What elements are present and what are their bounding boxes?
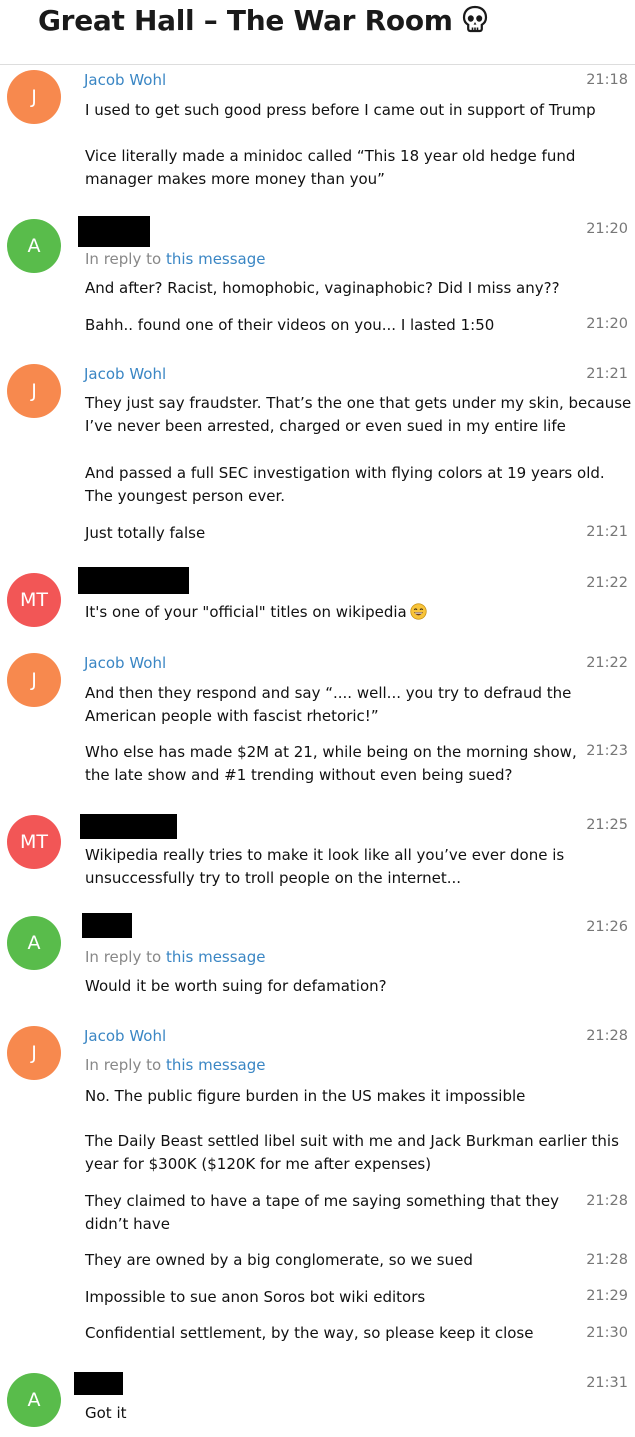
avatar[interactable]: MT bbox=[7, 815, 61, 869]
message-time: 21:23 bbox=[586, 743, 628, 759]
message-time: 21:25 bbox=[586, 817, 628, 833]
message-time: 21:28 bbox=[586, 1193, 628, 1209]
message-text: They are owned by a big conglomerate, so… bbox=[85, 1251, 473, 1269]
message-text: And passed a full SEC investigation with… bbox=[85, 464, 605, 505]
chat-title: Great Hall – The War Room bbox=[38, 4, 489, 40]
message-text: Confidential settlement, by the way, so … bbox=[85, 1324, 534, 1342]
reply-link[interactable]: this message bbox=[166, 948, 266, 966]
message-time: 21:22 bbox=[586, 655, 628, 671]
message-time: 21:28 bbox=[586, 1028, 628, 1044]
reply-prefix: In reply to bbox=[85, 1056, 166, 1074]
message-time: 21:29 bbox=[586, 1288, 628, 1304]
message-time: 21:18 bbox=[586, 72, 628, 88]
reply-prefix: In reply to bbox=[85, 250, 166, 268]
message-time: 21:20 bbox=[586, 316, 628, 332]
reply-link[interactable]: this message bbox=[166, 250, 266, 268]
message-text: Wikipedia really tries to make it look l… bbox=[85, 846, 565, 887]
reply-prefix: In reply to bbox=[85, 948, 166, 966]
avatar[interactable]: J bbox=[7, 653, 61, 707]
skull-icon bbox=[461, 5, 489, 40]
message-text: Would it be worth suing for defamation? bbox=[85, 977, 387, 995]
avatar[interactable]: J bbox=[7, 70, 61, 124]
avatar[interactable]: A bbox=[7, 916, 61, 970]
sender-name[interactable]: Jacob Wohl bbox=[84, 365, 166, 383]
reply-link[interactable]: this message bbox=[166, 1056, 266, 1074]
avatar[interactable]: A bbox=[7, 219, 61, 273]
message-text: Just totally false bbox=[85, 524, 206, 542]
redacted-sender-name bbox=[82, 913, 132, 938]
message-text: They claimed to have a tape of me saying… bbox=[85, 1192, 559, 1233]
message-text: No. The public figure burden in the US m… bbox=[85, 1087, 526, 1105]
message-text: Impossible to sue anon Soros bot wiki ed… bbox=[85, 1288, 426, 1306]
message-text: The Daily Beast settled libel suit with … bbox=[85, 1132, 619, 1173]
redacted-sender-name bbox=[78, 216, 150, 247]
message-time: 21:20 bbox=[586, 221, 628, 237]
reply-reference: In reply to this message bbox=[85, 250, 266, 268]
message-text: Who else has made $2M at 21, while being… bbox=[85, 743, 577, 784]
message-time: 21:21 bbox=[586, 524, 628, 540]
avatar[interactable]: J bbox=[7, 364, 61, 418]
message-time: 21:22 bbox=[586, 575, 628, 591]
redacted-sender-name bbox=[80, 814, 177, 839]
reply-reference: In reply to this message bbox=[85, 948, 266, 966]
message-text: And then they respond and say “.... well… bbox=[85, 684, 572, 725]
avatar[interactable]: J bbox=[7, 1026, 61, 1080]
chat-header: Great Hall – The War Room bbox=[0, 0, 635, 65]
avatar[interactable]: A bbox=[7, 1373, 61, 1427]
message-text: Vice literally made a minidoc called “Th… bbox=[85, 147, 576, 188]
message-time: 21:21 bbox=[586, 366, 628, 382]
reply-reference: In reply to this message bbox=[85, 1056, 266, 1074]
message-time: 21:26 bbox=[586, 919, 628, 935]
message-text: It's one of your "official" titles on wi… bbox=[85, 601, 605, 627]
chat-title-text: Great Hall – The War Room bbox=[38, 4, 453, 37]
message-text: And after? Racist, homophobic, vaginapho… bbox=[85, 279, 560, 297]
message-time: 21:28 bbox=[586, 1252, 628, 1268]
message-time: 21:31 bbox=[586, 1375, 628, 1391]
avatar[interactable]: MT bbox=[7, 573, 61, 627]
message-text: They just say fraudster. That’s the one … bbox=[85, 394, 632, 435]
redacted-sender-name bbox=[74, 1372, 123, 1395]
sender-name[interactable]: Jacob Wohl bbox=[84, 1027, 166, 1045]
laughing-emoji-icon bbox=[410, 603, 427, 627]
sender-name[interactable]: Jacob Wohl bbox=[84, 71, 166, 89]
message-text: Bahh.. found one of their videos on you.… bbox=[85, 316, 495, 334]
redacted-sender-name bbox=[78, 567, 189, 594]
message-text: I used to get such good press before I c… bbox=[85, 101, 596, 119]
message-text: Got it bbox=[85, 1404, 127, 1422]
message-text-content: It's one of your "official" titles on wi… bbox=[85, 603, 407, 621]
message-time: 21:30 bbox=[586, 1325, 628, 1341]
sender-name[interactable]: Jacob Wohl bbox=[84, 654, 166, 672]
